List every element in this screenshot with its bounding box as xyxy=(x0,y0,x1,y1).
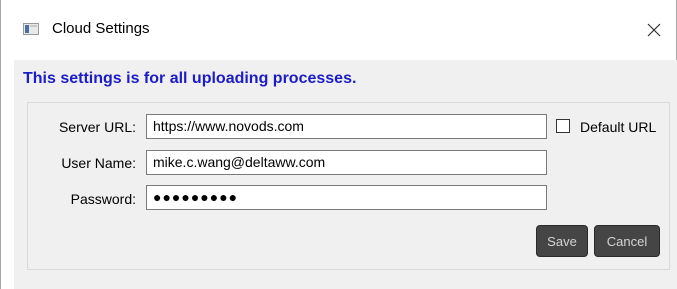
window-app-icon xyxy=(23,23,39,35)
title-bar: Cloud Settings xyxy=(1,0,676,60)
default-url-checkbox[interactable] xyxy=(556,119,570,133)
password-label: Password: xyxy=(70,191,136,207)
server-url-label: Server URL: xyxy=(58,119,136,135)
server-url-input[interactable]: https://www.novods.com xyxy=(146,114,547,139)
user-name-label: User Name: xyxy=(61,155,136,171)
cancel-button[interactable]: Cancel xyxy=(594,225,660,257)
settings-panel: Server URL: https://www.novods.com Defau… xyxy=(27,102,670,270)
settings-heading: This settings is for all uploading proce… xyxy=(23,70,357,87)
close-icon xyxy=(647,23,661,37)
save-button[interactable]: Save xyxy=(536,225,588,257)
user-name-input[interactable]: mike.c.wang@deltaww.com xyxy=(146,150,547,175)
dialog-content: This settings is for all uploading proce… xyxy=(14,60,677,289)
cloud-settings-dialog: Cloud Settings This settings is for all … xyxy=(0,0,677,289)
window-title: Cloud Settings xyxy=(52,20,150,37)
default-url-label: Default URL xyxy=(580,119,657,135)
password-input[interactable]: ●●●●●●●●● xyxy=(146,185,547,210)
close-button[interactable] xyxy=(632,10,676,50)
